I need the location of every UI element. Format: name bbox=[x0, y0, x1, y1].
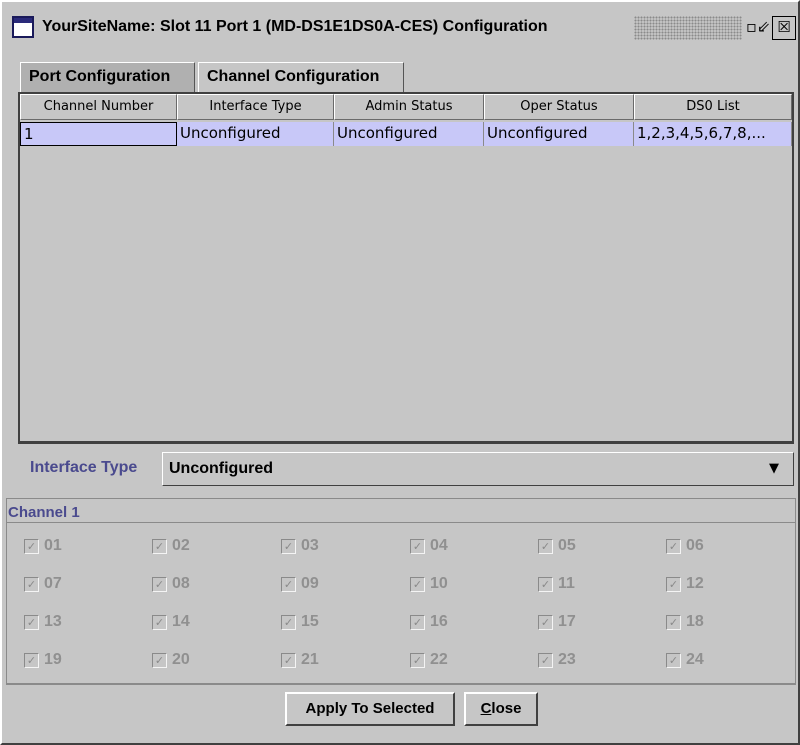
ds0-checkbox-label: 07 bbox=[44, 575, 62, 592]
checkmark-icon[interactable]: ✓ bbox=[281, 615, 296, 630]
ds0-checkbox-label: 03 bbox=[301, 537, 319, 554]
ds0-checkbox-label: 22 bbox=[430, 651, 448, 668]
cell-ds0-list[interactable]: 1,2,3,4,5,6,7,8,... bbox=[634, 122, 792, 146]
checkmark-icon[interactable]: ✓ bbox=[24, 539, 39, 554]
checkmark-icon[interactable]: ✓ bbox=[538, 577, 553, 592]
ds0-checkbox-label: 01 bbox=[44, 537, 62, 554]
cell-interface-type[interactable]: Unconfigured bbox=[177, 122, 334, 146]
checkmark-icon[interactable]: ✓ bbox=[281, 577, 296, 592]
column-header-channel-number[interactable]: Channel Number bbox=[20, 94, 177, 120]
checkmark-icon[interactable]: ✓ bbox=[410, 539, 425, 554]
column-header-interface-type[interactable]: Interface Type bbox=[177, 94, 334, 120]
close-label-rest: lose bbox=[491, 700, 522, 717]
cell-oper-status[interactable]: Unconfigured bbox=[484, 122, 634, 146]
close-mnemonic: C bbox=[480, 700, 492, 717]
table-row[interactable]: 1 Unconfigured Unconfigured Unconfigured… bbox=[20, 122, 792, 146]
ds0-checkbox-label: 10 bbox=[430, 575, 448, 592]
checkmark-icon[interactable]: ✓ bbox=[666, 653, 681, 668]
checkmark-icon[interactable]: ✓ bbox=[281, 653, 296, 668]
dropdown-arrow-icon[interactable]: ▼ bbox=[769, 461, 779, 476]
ds0-checkbox-label: 16 bbox=[430, 613, 448, 630]
checkmark-icon[interactable]: ✓ bbox=[152, 539, 167, 554]
interface-type-select[interactable]: Unconfigured ▼ bbox=[162, 452, 794, 486]
tab-port-configuration[interactable]: Port Configuration bbox=[20, 62, 195, 92]
window-title: YourSiteName: Slot 11 Port 1 (MD-DS1E1DS… bbox=[42, 18, 548, 35]
interface-type-value: Unconfigured bbox=[169, 460, 273, 477]
checkmark-icon[interactable]: ✓ bbox=[281, 539, 296, 554]
ds0-checkbox-label: 04 bbox=[430, 537, 448, 554]
ds0-checkbox-label: 05 bbox=[558, 537, 576, 554]
interface-type-label: Interface Type bbox=[30, 459, 138, 476]
ds0-checkbox-label: 12 bbox=[686, 575, 704, 592]
channel-separator bbox=[6, 522, 796, 523]
ds0-checkbox-label: 06 bbox=[686, 537, 704, 554]
table-header: Channel Number Interface Type Admin Stat… bbox=[20, 94, 792, 120]
close-button[interactable]: Close bbox=[464, 692, 538, 726]
checkmark-icon[interactable]: ✓ bbox=[538, 539, 553, 554]
ds0-checkbox-label: 24 bbox=[686, 651, 704, 668]
ds0-checkbox-label: 02 bbox=[172, 537, 190, 554]
apply-to-selected-button[interactable]: Apply To Selected bbox=[285, 692, 455, 726]
button-bar-separator bbox=[6, 684, 796, 685]
checkmark-icon[interactable]: ✓ bbox=[24, 577, 39, 592]
column-header-oper-status[interactable]: Oper Status bbox=[484, 94, 634, 120]
checkmark-icon[interactable]: ✓ bbox=[24, 653, 39, 668]
ds0-checkbox-label: 19 bbox=[44, 651, 62, 668]
channel-table[interactable]: Channel Number Interface Type Admin Stat… bbox=[18, 92, 794, 444]
tab-channel-configuration[interactable]: Channel Configuration bbox=[198, 62, 404, 94]
ds0-checkbox-label: 20 bbox=[172, 651, 190, 668]
checkmark-icon[interactable]: ✓ bbox=[666, 577, 681, 592]
checkmark-icon[interactable]: ✓ bbox=[410, 615, 425, 630]
ds0-checkbox-label: 13 bbox=[44, 613, 62, 630]
cell-channel-number[interactable]: 1 bbox=[20, 122, 177, 146]
title-bar[interactable]: YourSiteName: Slot 11 Port 1 (MD-DS1E1DS… bbox=[8, 8, 796, 48]
checkmark-icon[interactable]: ✓ bbox=[666, 539, 681, 554]
ds0-checkbox-label: 18 bbox=[686, 613, 704, 630]
ds0-checkbox-label: 17 bbox=[558, 613, 576, 630]
ds0-checkbox-label: 21 bbox=[301, 651, 319, 668]
checkmark-icon[interactable]: ✓ bbox=[152, 615, 167, 630]
restore-icon[interactable]: ▫⇙ bbox=[746, 16, 770, 40]
channel-group-title: Channel 1 bbox=[8, 504, 80, 521]
checkmark-icon[interactable]: ✓ bbox=[410, 577, 425, 592]
window-icon bbox=[12, 16, 34, 38]
ds0-checkbox-label: 14 bbox=[172, 613, 190, 630]
column-header-admin-status[interactable]: Admin Status bbox=[334, 94, 484, 120]
checkmark-icon[interactable]: ✓ bbox=[538, 615, 553, 630]
checkmark-icon[interactable]: ✓ bbox=[152, 653, 167, 668]
checkmark-icon[interactable]: ✓ bbox=[152, 577, 167, 592]
ds0-checkbox-label: 23 bbox=[558, 651, 576, 668]
column-header-ds0-list[interactable]: DS0 List bbox=[634, 94, 792, 120]
checkmark-icon[interactable]: ✓ bbox=[24, 615, 39, 630]
checkmark-icon[interactable]: ✓ bbox=[666, 615, 681, 630]
close-window-icon[interactable]: ☒ bbox=[772, 16, 796, 40]
ds0-checkbox-label: 15 bbox=[301, 613, 319, 630]
title-grip bbox=[634, 16, 742, 40]
ds0-checkbox-label: 09 bbox=[301, 575, 319, 592]
configuration-window: YourSiteName: Slot 11 Port 1 (MD-DS1E1DS… bbox=[0, 0, 800, 745]
ds0-checkbox-label: 08 bbox=[172, 575, 190, 592]
checkmark-icon[interactable]: ✓ bbox=[410, 653, 425, 668]
cell-admin-status[interactable]: Unconfigured bbox=[334, 122, 484, 146]
checkmark-icon[interactable]: ✓ bbox=[538, 653, 553, 668]
ds0-checkbox-label: 11 bbox=[558, 575, 575, 592]
